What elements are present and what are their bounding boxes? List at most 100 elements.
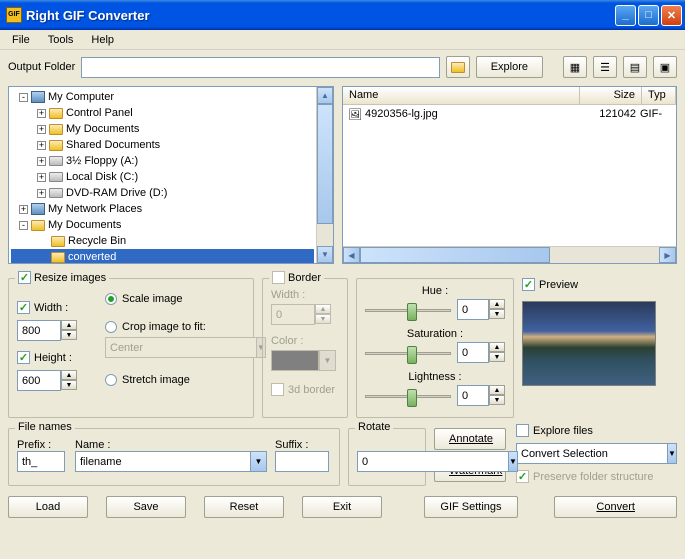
- name-dropdown[interactable]: ▼: [250, 451, 267, 472]
- tree-item[interactable]: +Shared Documents: [11, 137, 314, 153]
- file-header[interactable]: Name Size Typ: [343, 87, 676, 105]
- folder-icon: [48, 121, 64, 137]
- height-checkbox[interactable]: [17, 351, 30, 364]
- scale-radio[interactable]: [105, 293, 117, 305]
- resize-checkbox[interactable]: [18, 271, 31, 284]
- width-up[interactable]: ▲: [61, 320, 77, 330]
- tree-item[interactable]: +My Network Places: [11, 201, 314, 217]
- expander-icon[interactable]: -: [19, 93, 28, 102]
- menu-file[interactable]: File: [4, 32, 38, 47]
- tree-scrollbar[interactable]: ▲ ▼: [316, 87, 333, 263]
- exit-button[interactable]: Exit: [302, 496, 382, 518]
- computer-icon: [30, 89, 46, 105]
- border-checkbox[interactable]: [272, 271, 285, 284]
- col-size[interactable]: Size: [580, 87, 642, 104]
- scroll-right-button[interactable]: ▶: [659, 247, 676, 263]
- convert-action-combo[interactable]: [516, 443, 667, 464]
- preserve-checkbox: [516, 470, 529, 483]
- tree-item[interactable]: +DVD-RAM Drive (D:): [11, 185, 314, 201]
- browse-folder-button[interactable]: [446, 56, 470, 78]
- expander-icon[interactable]: +: [37, 157, 46, 166]
- tree-item[interactable]: -My Computer: [11, 89, 314, 105]
- expander-icon[interactable]: +: [37, 189, 46, 198]
- expander-icon[interactable]: +: [37, 141, 46, 150]
- tree-item[interactable]: +Local Disk (C:): [11, 169, 314, 185]
- expander-icon[interactable]: +: [37, 125, 46, 134]
- light-slider[interactable]: [365, 386, 451, 406]
- file-scrollbar-h[interactable]: ◀ ▶: [343, 246, 676, 263]
- tree-item[interactable]: Recycle Bin: [11, 233, 314, 249]
- prefix-input[interactable]: [17, 451, 65, 472]
- col-type[interactable]: Typ: [642, 87, 676, 104]
- computer-icon: [30, 201, 46, 217]
- folder-icon: [30, 217, 46, 233]
- convert-action-dropdown[interactable]: ▼: [667, 443, 677, 464]
- col-name[interactable]: Name: [343, 87, 580, 104]
- tree-item[interactable]: +My Documents: [11, 121, 314, 137]
- save-button[interactable]: Save: [106, 496, 186, 518]
- file-row[interactable]: 🖼4920356-lg.jpg121042GIF-: [343, 105, 676, 123]
- explore-button[interactable]: Explore: [476, 56, 543, 78]
- file-list[interactable]: 🖼4920356-lg.jpg121042GIF-: [343, 105, 676, 246]
- border-group: Border Width : ▲▼ Color : ▼ 3d border: [262, 278, 348, 418]
- expander-icon[interactable]: +: [37, 173, 46, 182]
- preview-checkbox[interactable]: [522, 278, 535, 291]
- app-icon: GIF: [6, 7, 22, 23]
- tree-item[interactable]: +3½ Floppy (A:): [11, 153, 314, 169]
- expander-icon[interactable]: -: [19, 221, 28, 230]
- reset-button[interactable]: Reset: [204, 496, 284, 518]
- rotate-dropdown[interactable]: ▼: [508, 451, 518, 472]
- crop-pos-combo: [105, 337, 256, 358]
- scroll-thumb-h[interactable]: [360, 247, 550, 263]
- tree-item[interactable]: -My Documents: [11, 217, 314, 233]
- crop-radio[interactable]: [105, 321, 117, 333]
- menu-help[interactable]: Help: [83, 32, 122, 47]
- tree-item[interactable]: converted: [11, 249, 314, 263]
- width-input[interactable]: [17, 320, 61, 341]
- image-file-icon: 🖼: [347, 106, 363, 122]
- scroll-left-button[interactable]: ◀: [343, 247, 360, 263]
- view-icons-button[interactable]: ▦: [563, 56, 587, 78]
- gif-settings-button[interactable]: GIF Settings: [424, 496, 519, 518]
- maximize-button[interactable]: □: [638, 5, 659, 26]
- minimize-button[interactable]: _: [615, 5, 636, 26]
- explore-files-checkbox[interactable]: [516, 424, 529, 437]
- hue-slider[interactable]: [365, 300, 451, 320]
- folder-tree[interactable]: -My Computer+Control Panel+My Documents+…: [9, 87, 316, 263]
- expander-icon[interactable]: +: [19, 205, 28, 214]
- suffix-input[interactable]: [275, 451, 329, 472]
- tree-item[interactable]: +Control Panel: [11, 105, 314, 121]
- light-value[interactable]: [457, 385, 489, 406]
- width-checkbox[interactable]: [17, 301, 30, 314]
- threeD-checkbox: [271, 383, 284, 396]
- rotate-combo[interactable]: [357, 451, 508, 472]
- scroll-thumb[interactable]: [317, 104, 333, 224]
- height-up[interactable]: ▲: [61, 370, 77, 380]
- sat-value[interactable]: [457, 342, 489, 363]
- close-button[interactable]: ✕: [661, 5, 682, 26]
- output-folder-input[interactable]: [81, 57, 439, 78]
- height-input[interactable]: [17, 370, 61, 391]
- preview-image: [522, 301, 656, 386]
- hue-value[interactable]: [457, 299, 489, 320]
- stretch-radio[interactable]: [105, 374, 117, 386]
- load-button[interactable]: Load: [8, 496, 88, 518]
- view-details-button[interactable]: ▤: [623, 56, 647, 78]
- width-down[interactable]: ▼: [61, 330, 77, 340]
- scroll-up-button[interactable]: ▲: [317, 87, 333, 104]
- explore-group: Explore files ▼ Preserve folder structur…: [516, 424, 677, 486]
- resize-group: Resize images Width : ▲▼ Height : ▲▼ Sca…: [8, 278, 254, 418]
- name-combo[interactable]: [75, 451, 250, 472]
- sat-slider[interactable]: [365, 343, 451, 363]
- convert-button[interactable]: Convert: [554, 496, 677, 518]
- titlebar: GIF Right GIF Converter _ □ ✕: [0, 0, 685, 30]
- scroll-down-button[interactable]: ▼: [317, 246, 333, 263]
- annotate-button[interactable]: Annotate: [434, 428, 506, 450]
- folder-icon: [451, 62, 465, 73]
- height-down[interactable]: ▼: [61, 380, 77, 390]
- view-list-button[interactable]: ☰: [593, 56, 617, 78]
- view-thumb-button[interactable]: ▣: [653, 56, 677, 78]
- border-width-input: [271, 304, 315, 325]
- expander-icon[interactable]: +: [37, 109, 46, 118]
- menu-tools[interactable]: Tools: [40, 32, 82, 47]
